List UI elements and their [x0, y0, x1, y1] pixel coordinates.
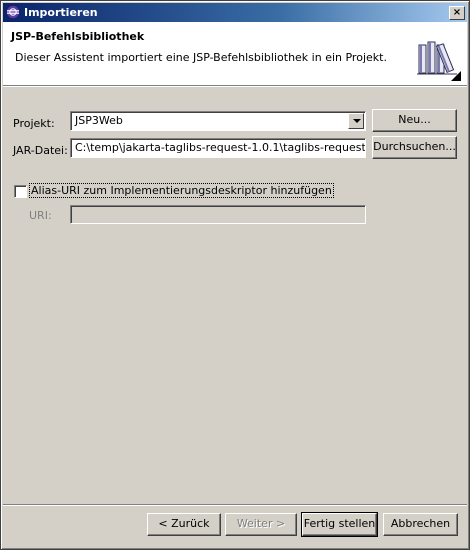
close-icon: ×	[452, 7, 462, 18]
window-title: Importieren	[24, 6, 98, 19]
alias-uri-label[interactable]: Alias-URI zum Implementierungsdeskriptor…	[29, 183, 334, 198]
page-title: JSP-Befehlsbibliothek	[11, 30, 145, 43]
title-bar[interactable]: Importieren ×	[3, 3, 467, 22]
close-button[interactable]: ×	[449, 6, 465, 20]
back-button[interactable]: < Zurück	[147, 513, 221, 536]
project-label: Projekt:	[13, 117, 55, 130]
next-button[interactable]: Weiter >	[225, 513, 297, 536]
eclipse-icon	[6, 5, 20, 19]
page-description: Dieser Assistent importiert eine JSP-Bef…	[15, 51, 387, 64]
wizard-header: JSP-Befehlsbibliothek Dieser Assistent i…	[3, 22, 467, 85]
header-separator	[3, 85, 467, 87]
jar-label: JAR-Datei:	[13, 144, 68, 157]
footer-separator	[3, 504, 467, 506]
browse-button[interactable]: Durchsuchen...	[372, 136, 457, 159]
uri-label: URI:	[29, 209, 52, 222]
uri-input[interactable]	[70, 205, 366, 224]
jar-file-input[interactable]: C:\temp\jakarta-taglibs-request-1.0.1\ta…	[70, 138, 366, 158]
new-button[interactable]: Neu...	[372, 109, 457, 132]
library-books-icon	[417, 41, 461, 81]
chevron-down-icon[interactable]	[348, 113, 364, 129]
project-value: JSP3Web	[75, 114, 123, 127]
alias-uri-checkbox[interactable]	[14, 185, 27, 198]
project-combo[interactable]: JSP3Web	[70, 111, 366, 131]
cancel-button[interactable]: Abbrechen	[383, 513, 458, 536]
finish-button[interactable]: Fertig stellen	[301, 512, 378, 537]
import-dialog: Importieren × JSP-Befehlsbibliothek Dies…	[0, 0, 470, 550]
